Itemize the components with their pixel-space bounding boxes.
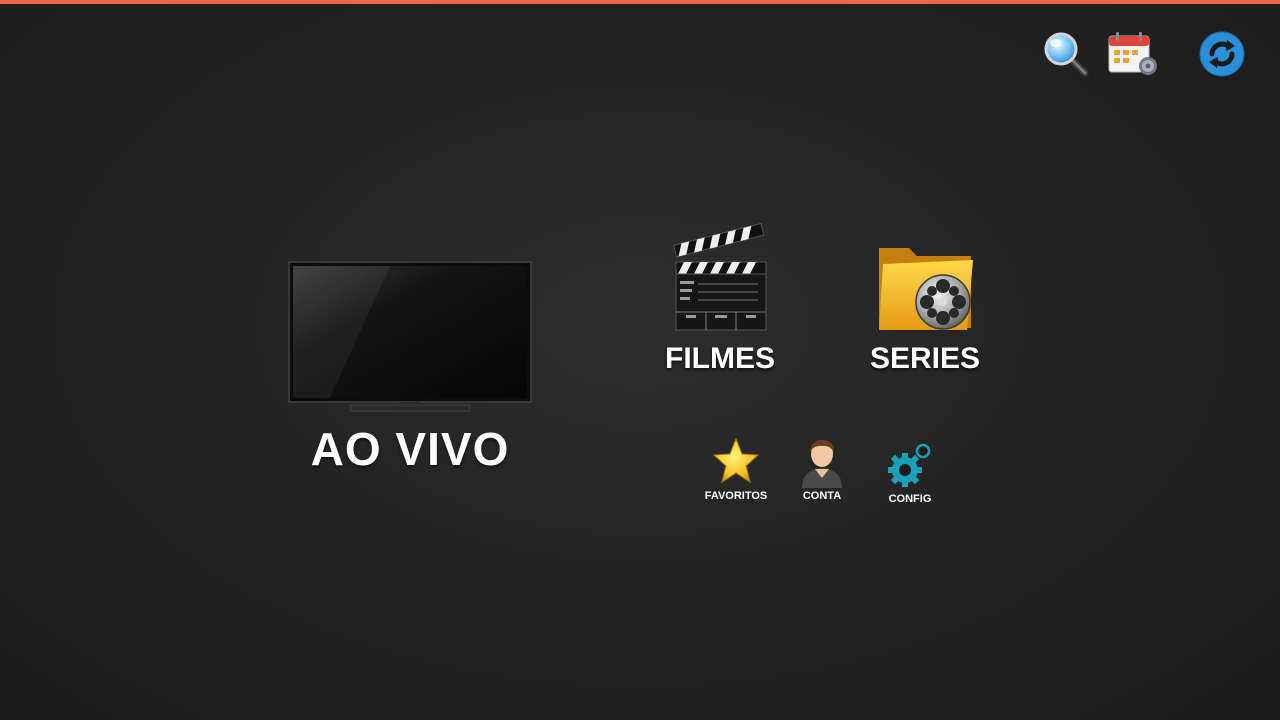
live-tv-label: AO VIVO bbox=[310, 423, 510, 475]
refresh-button[interactable] bbox=[1198, 30, 1246, 78]
settings-label: CONFIG bbox=[888, 493, 932, 505]
user-avatar-icon bbox=[802, 440, 842, 488]
search-icon bbox=[1044, 32, 1089, 77]
star-icon bbox=[712, 437, 760, 484]
calendar-gear-icon bbox=[1108, 32, 1157, 75]
favorites-label: FAVORITOS bbox=[704, 490, 768, 502]
series-tile[interactable]: SERIES bbox=[855, 222, 995, 382]
settings-button[interactable]: CONFIG bbox=[876, 442, 944, 514]
live-tv-tile[interactable]: AO VIVO bbox=[270, 250, 550, 480]
clapperboard-icon bbox=[673, 222, 767, 331]
movies-tile[interactable]: FILMES bbox=[650, 222, 790, 382]
movies-label: FILMES bbox=[665, 342, 775, 375]
account-label: CONTA bbox=[802, 490, 842, 502]
tv-icon bbox=[288, 261, 532, 412]
favorites-button[interactable]: FAVORITOS bbox=[696, 436, 776, 508]
top-toolbar bbox=[0, 0, 1280, 100]
search-button[interactable] bbox=[1042, 30, 1090, 78]
tv-guide-button[interactable] bbox=[1106, 30, 1160, 78]
series-label: SERIES bbox=[869, 342, 981, 375]
account-button[interactable]: CONTA bbox=[790, 436, 854, 508]
gear-icon bbox=[888, 443, 931, 487]
refresh-icon bbox=[1199, 31, 1245, 77]
folder-film-reel-icon bbox=[879, 248, 973, 330]
